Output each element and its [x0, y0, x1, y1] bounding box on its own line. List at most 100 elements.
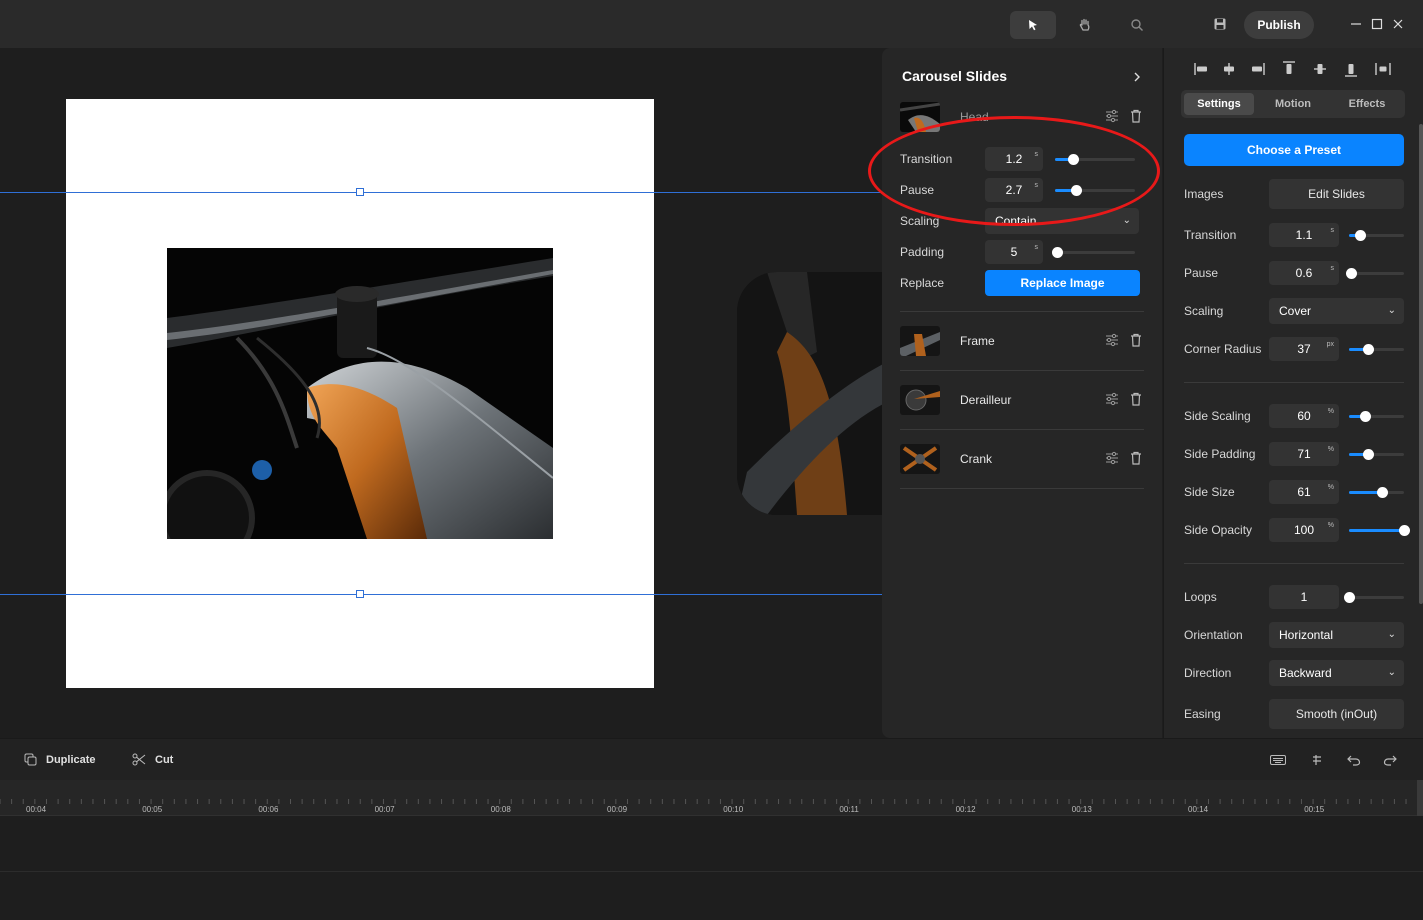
padding-slider[interactable]	[1052, 247, 1135, 258]
design-canvas[interactable]	[0, 48, 882, 738]
side-slide-preview[interactable]	[737, 272, 882, 515]
side-scaling-input[interactable]: 60%	[1269, 404, 1339, 428]
pause-slider[interactable]	[1055, 185, 1135, 196]
tab-motion[interactable]: Motion	[1258, 93, 1328, 115]
side-padding-input[interactable]: 71%	[1269, 442, 1339, 466]
pause-input[interactable]: 0.6 s	[1269, 261, 1339, 285]
side-padding-slider[interactable]	[1349, 449, 1404, 460]
align-center-horizontal-icon	[1224, 63, 1234, 75]
align-left-button[interactable]	[1193, 60, 1211, 78]
pause-slider[interactable]	[1345, 268, 1404, 279]
transition-slider[interactable]	[1349, 230, 1404, 241]
timeline-ruler[interactable]: 00:04 00:05 00:06 00:07 00:08 00:09 00:10 00:11…	[0, 780, 1423, 816]
chevron-down-icon: ⌄	[1122, 215, 1131, 226]
slider-knob[interactable]	[1363, 344, 1375, 355]
easing-button[interactable]: Smooth (inOut)	[1269, 699, 1404, 729]
transition-label: Transition	[1184, 228, 1237, 242]
align-right-button[interactable]	[1248, 60, 1266, 78]
slide-settings-button[interactable]	[1104, 391, 1120, 407]
trash-icon	[1131, 333, 1141, 347]
resize-handle-top[interactable]	[356, 188, 364, 196]
hand-tool-button[interactable]	[1062, 11, 1108, 39]
slide-item-crank[interactable]: Crank	[900, 430, 1144, 489]
side-opacity-input[interactable]: 100%	[1269, 518, 1339, 542]
side-size-input[interactable]: 61%	[1269, 480, 1339, 504]
distribute-button[interactable]	[1374, 60, 1392, 78]
slider-knob[interactable]	[1359, 411, 1371, 422]
slider-knob[interactable]	[1068, 154, 1080, 165]
slider-knob[interactable]	[1070, 185, 1082, 196]
loops-slider[interactable]	[1344, 592, 1404, 603]
pause-input[interactable]: 2.7 s	[985, 178, 1043, 202]
slide-delete-button[interactable]	[1128, 332, 1144, 348]
slider-knob[interactable]	[1363, 449, 1375, 460]
align-top-button[interactable]	[1280, 60, 1298, 78]
ruler-scrollbar[interactable]	[1417, 780, 1423, 816]
redo-button[interactable]	[1383, 753, 1397, 771]
align-bottom-button[interactable]	[1342, 60, 1360, 78]
save-button[interactable]	[1213, 17, 1227, 36]
slide-delete-button[interactable]	[1128, 450, 1144, 466]
settings-scrollbar[interactable]	[1419, 124, 1423, 604]
corner-radius-slider[interactable]	[1349, 344, 1404, 355]
slide-delete-button[interactable]	[1128, 391, 1144, 407]
transition-input[interactable]: 1.1 s	[1269, 223, 1339, 247]
orientation-select[interactable]: Horizontal ⌄	[1269, 622, 1404, 648]
transition-slider[interactable]	[1055, 154, 1135, 165]
slider-knob[interactable]	[1344, 592, 1355, 603]
maximize-button[interactable]	[1371, 17, 1383, 35]
choose-preset-button[interactable]: Choose a Preset	[1184, 134, 1404, 166]
keyboard-button[interactable]	[1270, 753, 1286, 771]
slide-item-head[interactable]: Head Transition 1.2 s Pause 2.7 s Scaling …	[900, 100, 1144, 312]
slide-settings-button[interactable]	[1104, 108, 1120, 124]
slider-knob[interactable]	[1355, 230, 1366, 241]
replace-image-button[interactable]: Replace Image	[985, 270, 1140, 296]
scaling-select[interactable]: Contain ⌄	[985, 208, 1139, 234]
undo-button[interactable]	[1347, 753, 1361, 771]
timeline-track[interactable]	[0, 816, 1423, 872]
slide-settings-button[interactable]	[1104, 450, 1120, 466]
cut-button[interactable]: Cut	[132, 753, 173, 766]
timeline-track-empty[interactable]	[0, 872, 1423, 920]
direction-select[interactable]: Backward ⌄	[1269, 660, 1404, 686]
zoom-tool-button[interactable]	[1114, 11, 1160, 39]
section-divider	[1184, 563, 1404, 564]
main-slide-image[interactable]	[167, 248, 553, 539]
slider-knob[interactable]	[1052, 247, 1064, 258]
align-center-vertical-icon	[1314, 64, 1326, 74]
trash-icon	[1131, 109, 1141, 123]
resize-handle-bottom[interactable]	[356, 590, 364, 598]
padding-input[interactable]: 5s	[985, 240, 1043, 264]
bike-head-image	[167, 248, 553, 539]
corner-radius-input[interactable]: 37 px	[1269, 337, 1339, 361]
select-tool-button[interactable]	[1010, 11, 1056, 39]
side-size-slider[interactable]	[1349, 487, 1404, 498]
slide-item-frame[interactable]: Frame	[900, 312, 1144, 371]
align-center-h-button[interactable]	[1220, 60, 1238, 78]
close-button[interactable]	[1392, 17, 1404, 35]
side-scaling-slider[interactable]	[1349, 411, 1404, 422]
slide-item-derailleur[interactable]: Derailleur	[900, 371, 1144, 430]
keyboard-icon	[1270, 755, 1286, 765]
tab-settings[interactable]: Settings	[1184, 93, 1254, 115]
transition-input[interactable]: 1.2 s	[985, 147, 1043, 171]
align-center-v-button[interactable]	[1311, 60, 1329, 78]
loops-input[interactable]: 1	[1269, 585, 1339, 609]
slide-name: Frame	[960, 334, 995, 348]
split-button[interactable]	[1311, 753, 1323, 771]
slide-settings-button[interactable]	[1104, 332, 1120, 348]
tab-effects[interactable]: Effects	[1332, 93, 1402, 115]
minimize-button[interactable]	[1350, 17, 1362, 35]
duplicate-button[interactable]: Duplicate	[24, 753, 96, 766]
corner-radius-label: Corner Radius	[1184, 342, 1262, 356]
slider-knob[interactable]	[1377, 487, 1388, 498]
collapse-panel-button[interactable]	[1132, 70, 1142, 88]
edit-slides-button[interactable]: Edit Slides	[1269, 179, 1404, 209]
slider-knob[interactable]	[1399, 525, 1410, 536]
slide-delete-button[interactable]	[1128, 108, 1144, 124]
slider-knob[interactable]	[1345, 268, 1357, 279]
publish-button[interactable]: Publish	[1244, 11, 1314, 39]
tick-label: 00:09	[607, 805, 628, 814]
side-opacity-slider[interactable]	[1349, 525, 1410, 536]
scaling-select[interactable]: Cover ⌄	[1269, 298, 1404, 324]
